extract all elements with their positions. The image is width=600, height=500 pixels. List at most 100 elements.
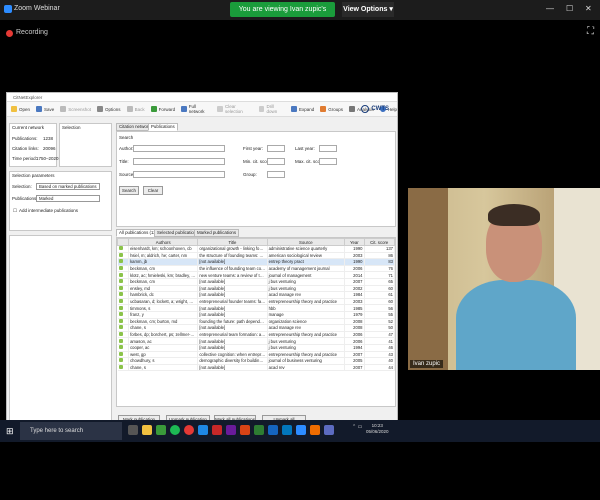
back-button[interactable]: Back: [126, 106, 145, 112]
row-mark-cell[interactable]: [117, 278, 130, 286]
close-icon[interactable]: ✕: [585, 4, 592, 13]
screenshot-button[interactable]: Screenshot: [60, 106, 91, 112]
row-mark-cell[interactable]: [117, 364, 130, 372]
row-mark-cell[interactable]: [117, 324, 130, 332]
column-header-year[interactable]: Year: [344, 238, 365, 246]
selection-dropdown[interactable]: Based on marked publications: [36, 183, 100, 190]
task-view-icon[interactable]: [128, 425, 138, 435]
table-row[interactable]: klotz, ac; hmieleski, km; bradley, bh; b…: [117, 271, 395, 279]
system-tray-icons[interactable]: ⌃ ▭: [352, 424, 362, 430]
excel-icon[interactable]: [156, 425, 166, 435]
source-input[interactable]: [133, 171, 225, 178]
minimize-icon[interactable]: —: [546, 4, 554, 13]
publications-dropdown[interactable]: Marked: [36, 195, 100, 202]
first-year-input[interactable]: [267, 145, 285, 152]
table-row[interactable]: eisenhardt, km; schoonhoven, cb organizat…: [117, 245, 395, 253]
options-button[interactable]: Options: [97, 106, 121, 112]
windows-start-icon[interactable]: ⊞: [6, 426, 14, 437]
row-mark-cell[interactable]: [117, 318, 130, 326]
cwts-logo: CWTS: [361, 105, 389, 113]
view-options-button[interactable]: View Options ▾: [342, 2, 394, 17]
outlook-icon[interactable]: [198, 425, 208, 435]
clear-button[interactable]: Clear: [143, 186, 163, 195]
table-row[interactable]: ensley, md [not available] j bus venturing…: [117, 285, 395, 293]
citnetexplorer-window: CitNetExplorer Open Save Screenshot Opti…: [6, 92, 398, 438]
row-mark-cell[interactable]: [117, 337, 130, 345]
table-row[interactable]: amason, ac [not available] j bus venturing…: [117, 337, 395, 345]
author-input[interactable]: [133, 145, 225, 152]
row-mark-cell[interactable]: [117, 252, 130, 260]
forward-button[interactable]: Forward: [150, 106, 175, 112]
table-row[interactable]: cooper, ac [not available] j bus venturing…: [117, 344, 395, 352]
table-row[interactable]: beckman, cm; burton, md founding the futu…: [117, 318, 395, 326]
spotify-icon[interactable]: [170, 425, 180, 435]
save-button[interactable]: Save: [36, 106, 54, 112]
add-intermediate-checkbox[interactable]: ☐: [13, 208, 17, 214]
open-button[interactable]: Open: [11, 106, 30, 112]
row-mark-cell[interactable]: [117, 311, 130, 319]
full-network-button[interactable]: Full network: [181, 104, 211, 114]
maximize-icon[interactable]: ☐: [566, 4, 573, 13]
row-mark-cell[interactable]: [117, 245, 130, 253]
table-row[interactable]: beckman, cm [not available] j bus venturin…: [117, 278, 395, 286]
column-header-title[interactable]: Title: [197, 238, 268, 246]
row-mark-cell[interactable]: [117, 331, 130, 339]
zoom-taskbar-icon[interactable]: [296, 425, 306, 435]
word-icon[interactable]: [268, 425, 278, 435]
clear-selection-button[interactable]: Clear selection: [217, 104, 252, 114]
row-mark-cell[interactable]: [117, 271, 130, 279]
expand-button[interactable]: Expand: [290, 106, 314, 112]
row-mark-cell[interactable]: [117, 357, 130, 365]
fullscreen-icon[interactable]: ⛶: [587, 26, 594, 37]
table-row[interactable]: kamm, jb [not available] entrep theory pra…: [117, 258, 395, 266]
table-row[interactable]: beckman, cm the influence of founding tea…: [117, 265, 395, 273]
taskbar-clock[interactable]: 10:23 05/06/2020: [366, 423, 389, 435]
drill-down-button[interactable]: Drill down: [258, 104, 285, 114]
max-cit-score-input[interactable]: [319, 158, 337, 165]
taskbar-search[interactable]: Type here to search: [20, 422, 122, 440]
table-row[interactable]: chane, s [not available] acad rev 2007 44: [117, 364, 395, 372]
row-mark-cell[interactable]: [117, 291, 130, 299]
search-button[interactable]: Search: [119, 186, 139, 195]
table-row[interactable]: timmons, s [not available] hbb 1985 56: [117, 304, 395, 312]
app-icon-blue[interactable]: [282, 425, 292, 435]
tab-marked-publications[interactable]: Marked publications: [194, 229, 240, 237]
group-dropdown[interactable]: [267, 171, 285, 178]
table-row[interactable]: hsiel, m; aldrich, he; carter, nm the str…: [117, 252, 395, 260]
app-icon-green[interactable]: [254, 425, 264, 435]
table-row[interactable]: ucbasaran, d; lockett, a; wright, m; wes…: [117, 298, 395, 306]
table-row[interactable]: franz, y [not available] manage 1979 55: [117, 311, 395, 319]
title-cell: [not available]: [197, 364, 268, 372]
row-mark-cell[interactable]: [117, 265, 130, 273]
row-mark-cell[interactable]: [117, 298, 130, 306]
app-icon-orange[interactable]: [310, 425, 320, 435]
powerpoint-icon[interactable]: [240, 425, 250, 435]
row-mark-cell[interactable]: [117, 344, 130, 352]
tab-publications[interactable]: Publications: [148, 123, 178, 131]
teams-icon[interactable]: [324, 425, 334, 435]
cit-score-cell: 40: [364, 357, 395, 365]
table-row[interactable]: forbes, dp; borchert, ps; zellmer-bruhn,…: [117, 331, 395, 339]
file-explorer-icon[interactable]: [142, 425, 152, 435]
table-row[interactable]: chowdhury, s demographic diversity for bu…: [117, 357, 395, 365]
row-mark-cell[interactable]: [117, 285, 130, 293]
title-input[interactable]: [133, 158, 225, 165]
source-cell: academy of management journal: [267, 265, 346, 273]
chrome-icon[interactable]: [184, 425, 194, 435]
row-mark-cell[interactable]: [117, 351, 130, 359]
column-header-authors[interactable]: Authors: [128, 238, 199, 246]
row-mark-cell[interactable]: [117, 304, 130, 312]
acrobat-icon[interactable]: [212, 425, 222, 435]
table-row[interactable]: chane, s [not available] acad manage rev 20…: [117, 324, 395, 332]
column-header-cit-score[interactable]: Cit. score: [363, 238, 395, 246]
table-row[interactable]: hambrick, dc [not available] acad manage r…: [117, 291, 395, 299]
participant-video[interactable]: Ivan zupic: [408, 188, 600, 370]
last-year-input[interactable]: [319, 145, 337, 152]
table-row[interactable]: west, gp collective cognition: when entre…: [117, 351, 395, 359]
column-header-source[interactable]: Source: [266, 238, 346, 246]
groups-button[interactable]: Groups: [320, 106, 343, 112]
year-cell: 2006: [344, 265, 365, 273]
onenote-icon[interactable]: [226, 425, 236, 435]
row-mark-cell[interactable]: [117, 258, 130, 266]
min-cit-score-input[interactable]: [267, 158, 285, 165]
